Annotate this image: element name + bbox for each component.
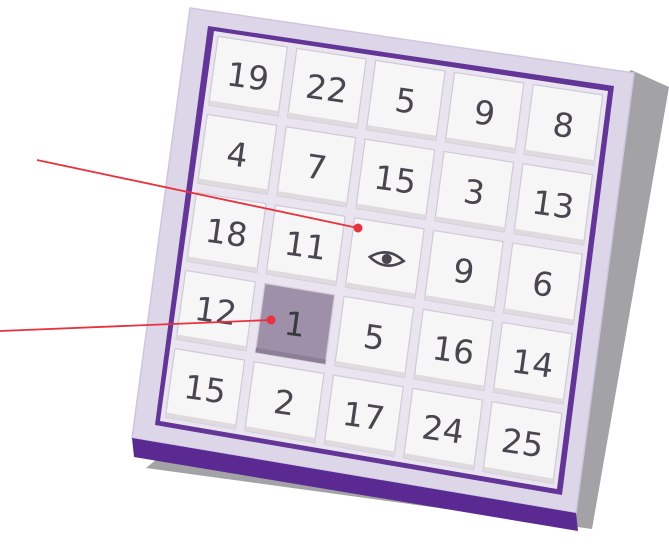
tile-number: 14 <box>509 341 556 385</box>
tile-number: 11 <box>282 223 329 267</box>
tile-number: 19 <box>224 54 271 98</box>
scene: 19 22 5 9 8 4 7 15 3 13 18 11 9 6 12 1 5 16 14 15 2 17 24 25 <box>0 0 669 559</box>
tile[interactable]: 9 <box>423 229 504 312</box>
tile-number: 15 <box>181 367 228 411</box>
tile-number: 12 <box>192 289 239 333</box>
tile-selected[interactable]: 1 <box>254 282 336 365</box>
tile[interactable]: 15 <box>164 347 246 430</box>
tile-number: 15 <box>372 157 419 201</box>
tile[interactable]: 12 <box>175 269 257 352</box>
tile[interactable]: 7 <box>276 126 357 208</box>
tile-number: 24 <box>420 407 467 451</box>
tile[interactable]: 9 <box>444 71 525 154</box>
tile[interactable]: 5 <box>334 295 415 379</box>
tile[interactable]: 17 <box>323 374 404 457</box>
tile[interactable]: 8 <box>523 83 604 166</box>
tile[interactable]: 5 <box>365 59 446 142</box>
tile[interactable]: 18 <box>186 191 267 274</box>
tile[interactable]: 6 <box>502 242 583 325</box>
tile[interactable]: 24 <box>402 387 484 471</box>
tile[interactable]: 25 <box>482 400 563 485</box>
tile[interactable]: 14 <box>492 321 573 405</box>
pointer-dot-selected-tile <box>266 315 276 325</box>
tile[interactable]: 16 <box>413 308 494 392</box>
tile-number: 16 <box>430 328 477 372</box>
tile-number: 25 <box>499 421 546 465</box>
tile[interactable]: 15 <box>355 138 436 221</box>
tile-number: 17 <box>340 394 387 438</box>
pointer-dot-eye-tile <box>353 223 363 233</box>
tile[interactable]: 4 <box>197 113 278 195</box>
tile[interactable]: 13 <box>513 163 594 246</box>
tile-number: 13 <box>530 182 577 226</box>
tile[interactable]: 19 <box>207 35 289 117</box>
tile[interactable]: 2 <box>244 361 325 444</box>
tile[interactable]: 3 <box>434 150 515 233</box>
tile[interactable]: 22 <box>286 47 367 129</box>
tile-number: 22 <box>303 67 350 111</box>
puzzle-board-illustration: 19 22 5 9 84 7 15 3 1318 119 612 1 5 16 1415 2 17 24 25 <box>0 7 669 531</box>
tile-number: 18 <box>203 211 250 255</box>
tile-grid: 19 22 5 9 84 7 15 3 1318 119 612 1 5 16 1415 2 17 24 25 <box>164 35 604 485</box>
